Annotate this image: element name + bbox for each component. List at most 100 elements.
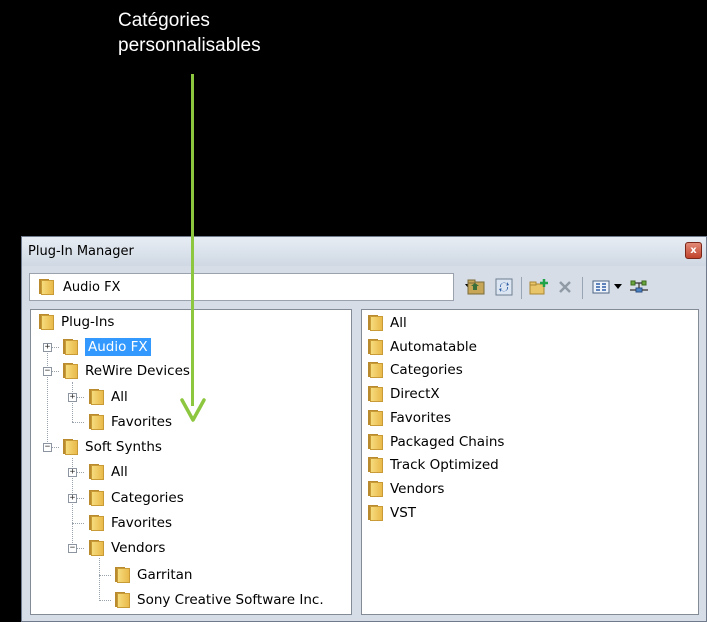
- folder-up-button[interactable]: [466, 277, 486, 297]
- tree-item-label: Plug-Ins: [61, 314, 115, 330]
- view-dropdown-button[interactable]: [612, 277, 624, 297]
- folder-icon: [87, 464, 105, 480]
- list-item[interactable]: Track Optimized: [366, 453, 499, 477]
- folder-icon: [87, 414, 105, 430]
- tree-item-vendor-sony[interactable]: Sony Creative Software Inc.: [113, 588, 324, 612]
- delete-button[interactable]: [555, 277, 575, 297]
- expand-soft-synths-all[interactable]: +: [68, 468, 77, 477]
- view-icon: [592, 280, 610, 294]
- folder-icon: [37, 279, 55, 295]
- tree-item-soft-synths-all[interactable]: All: [87, 460, 128, 484]
- toolbar-separator: [582, 277, 583, 299]
- list-item-label: Favorites: [390, 409, 451, 426]
- folder-icon: [37, 314, 55, 330]
- folder-icon: [87, 389, 105, 405]
- list-item-label: Packaged Chains: [390, 433, 505, 450]
- list-item-label: Categories: [390, 362, 463, 379]
- tree-item-soft-synths-categories[interactable]: Categories: [87, 486, 184, 510]
- list-item-label: All: [390, 315, 407, 331]
- folder-icon: [366, 315, 384, 331]
- location-combobox[interactable]: Audio FX: [29, 273, 473, 301]
- plug-in-properties-button[interactable]: [629, 277, 649, 297]
- tree-item-label: Soft Synths: [85, 439, 162, 455]
- annotation-arrow-line: [191, 74, 194, 406]
- list-item-label: Vendors: [390, 480, 445, 497]
- list-item-label: DirectX: [390, 386, 440, 403]
- tree-connector: [47, 344, 48, 452]
- folder-icon: [366, 386, 384, 403]
- refresh-icon: [495, 278, 513, 296]
- plug-in-list[interactable]: All Automatable Categories DirectX Favorites…: [361, 309, 699, 615]
- folder-icon: [87, 515, 105, 531]
- tree-item-label: Favorites: [111, 515, 172, 531]
- combobox-value: Audio FX: [63, 279, 121, 295]
- collapse-soft-synths[interactable]: −: [43, 443, 52, 452]
- folder-up-icon: [467, 279, 485, 295]
- folder-icon: [366, 409, 384, 426]
- tree-item-label: All: [111, 389, 128, 405]
- window-title: Plug-In Manager: [28, 244, 134, 259]
- tree-item-label: Sony Creative Software Inc.: [137, 592, 324, 608]
- new-folder-button[interactable]: [529, 277, 549, 297]
- view-dropdown-icon: [614, 284, 622, 289]
- collapse-rewire-devices[interactable]: −: [43, 367, 52, 376]
- view-button[interactable]: [591, 277, 611, 297]
- tree-connector: [99, 575, 111, 576]
- folder-icon: [87, 540, 105, 556]
- tree-connector: [99, 600, 111, 601]
- expand-soft-synths-categories[interactable]: +: [68, 494, 77, 503]
- folder-icon: [61, 439, 79, 455]
- tree-connector: [72, 382, 73, 422]
- tree-connector: [72, 523, 84, 524]
- folder-icon: [366, 504, 384, 521]
- list-item[interactable]: Automatable: [366, 335, 477, 359]
- plug-in-properties-icon: [630, 280, 648, 293]
- tree-item-plug-ins[interactable]: Plug-Ins: [37, 310, 114, 334]
- tree-item-vendor-garritan[interactable]: Garritan: [113, 563, 192, 587]
- title-bar: Plug-In Manager: [22, 237, 706, 266]
- tree-item-rewire-devices[interactable]: ReWire Devices: [61, 359, 190, 383]
- folder-icon: [113, 567, 131, 583]
- expand-rewire-all[interactable]: +: [68, 393, 77, 402]
- close-button[interactable]: x: [685, 242, 702, 259]
- toolbar-separator: [521, 277, 522, 299]
- folder-icon: [366, 338, 384, 355]
- folder-icon: [366, 362, 384, 379]
- tree-item-label: Favorites: [111, 414, 172, 430]
- list-item[interactable]: DirectX: [366, 382, 440, 406]
- tree-item-soft-synths-vendors[interactable]: Vendors: [87, 536, 165, 560]
- list-item-label: Automatable: [390, 338, 477, 355]
- tree-item-label: ReWire Devices: [85, 363, 190, 379]
- close-icon: x: [690, 245, 697, 256]
- list-item[interactable]: Favorites: [366, 406, 451, 430]
- tree-item-soft-synths-favorites[interactable]: Favorites: [87, 511, 172, 535]
- delete-icon: [559, 281, 571, 293]
- annotation-line-2: personnalisables: [118, 35, 261, 56]
- tree-item-rewire-all[interactable]: All: [87, 385, 128, 409]
- tree-item-soft-synths[interactable]: Soft Synths: [61, 435, 162, 459]
- refresh-button[interactable]: [494, 277, 514, 297]
- expand-audio-fx[interactable]: +: [43, 343, 52, 352]
- annotation-line-1: Catégories: [118, 10, 210, 31]
- tree-item-rewire-favorites[interactable]: Favorites: [87, 410, 172, 434]
- list-item[interactable]: VST: [366, 501, 416, 525]
- list-item[interactable]: Categories: [366, 358, 463, 382]
- list-item[interactable]: Vendors: [366, 477, 444, 501]
- folder-icon: [113, 592, 131, 608]
- list-item[interactable]: Packaged Chains: [366, 430, 504, 454]
- folder-icon: [366, 433, 384, 450]
- annotation-caption: Catégories personnalisables: [118, 8, 261, 58]
- list-item[interactable]: All: [366, 311, 407, 335]
- tree-item-label: Categories: [111, 490, 184, 506]
- folder-icon: [366, 457, 384, 474]
- arrow-down-icon: [180, 398, 206, 422]
- list-item-label: Track Optimized: [390, 457, 499, 474]
- tree-item-label-selected: Audio FX: [85, 338, 151, 356]
- list-item-label: VST: [390, 504, 417, 521]
- tree-item-audio-fx[interactable]: Audio FX: [61, 335, 151, 359]
- tree-item-label: Garritan: [137, 567, 193, 583]
- plug-in-manager-window: Plug-In Manager x Audio FX + − + − + + −…: [21, 236, 707, 622]
- folder-icon: [366, 480, 384, 497]
- folder-icon: [61, 363, 79, 379]
- collapse-soft-synths-vendors[interactable]: −: [68, 544, 77, 553]
